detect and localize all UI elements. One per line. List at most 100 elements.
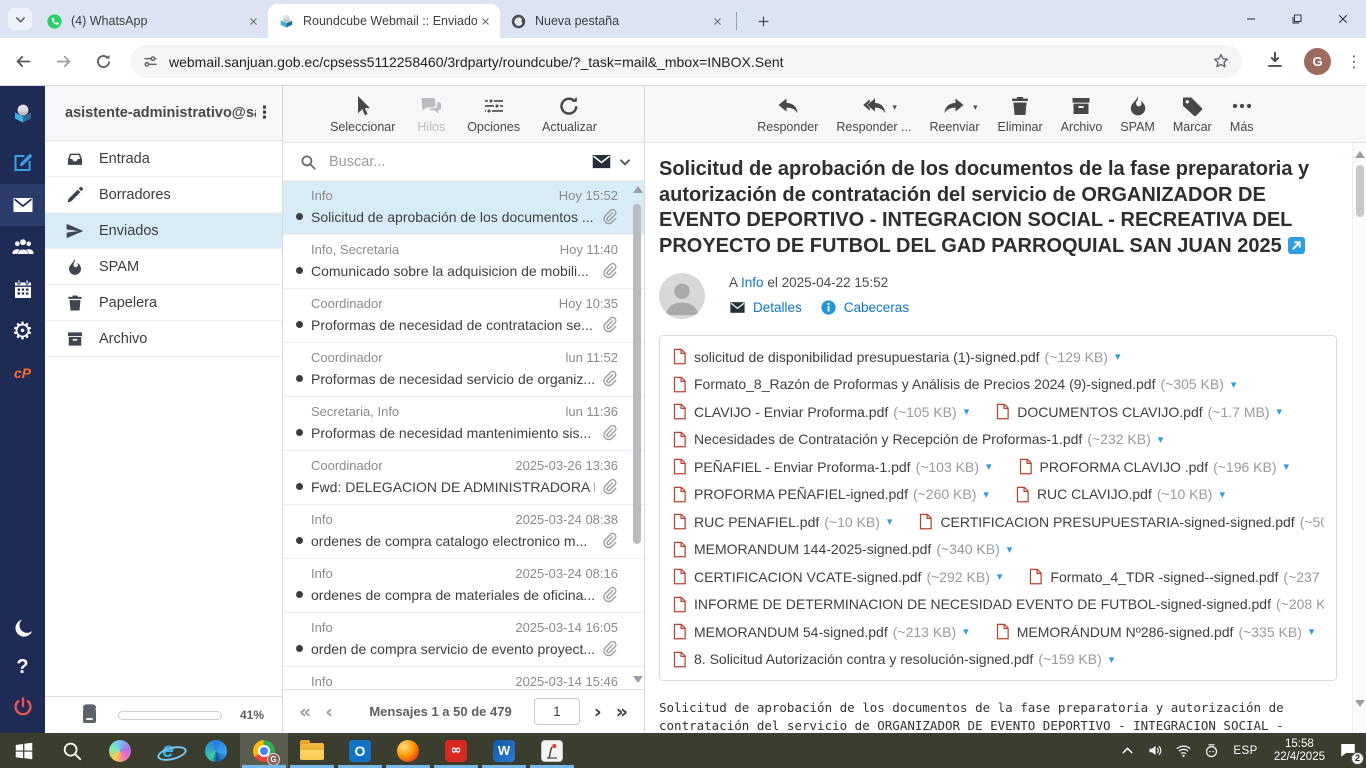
message-list-item[interactable]: CoordinadorHoy 10:35Proformas de necesid… (283, 289, 644, 343)
folder-item-spam[interactable]: SPAM (45, 249, 282, 285)
taskbar-firefox-button[interactable] (384, 733, 432, 768)
recipient-link[interactable]: Info (741, 275, 764, 290)
attachment-link[interactable]: Formato_4_TDR -signed--signed.pdf(~237 K… (1028, 568, 1324, 585)
attachment-menu-caret[interactable]: ▾ (1158, 433, 1164, 446)
toolbar-seleccionar-button[interactable]: Seleccionar (330, 94, 395, 134)
browser-tab-1[interactable]: (4) WhatsApp (36, 4, 268, 38)
attachment-link[interactable]: CERTIFICACION PRESUPUESTARIA-signed-sign… (918, 513, 1324, 530)
message-list-item[interactable]: Coordinador2025-03-26 13:36Fwd: DELEGACI… (283, 451, 644, 505)
back-button[interactable] (6, 45, 40, 79)
dropdown-caret-icon[interactable]: ▾ (892, 103, 897, 113)
search-scope-button[interactable] (591, 151, 632, 172)
search-input[interactable] (327, 153, 591, 171)
attachment-menu-caret[interactable]: ▾ (887, 515, 893, 528)
attachment-link[interactable]: PEÑAFIEL - Enviar Proforma-1.pdf(~103 KB… (672, 458, 992, 475)
attachment-link[interactable]: Necesidades de Contratación y Recepción … (672, 431, 1163, 448)
attachment-menu-caret[interactable]: ▾ (997, 570, 1003, 583)
taskbar-search-button[interactable] (48, 733, 96, 768)
dark-mode-button[interactable] (0, 607, 45, 647)
dropdown-caret-icon[interactable]: ▾ (973, 103, 978, 113)
page-number-input[interactable] (534, 698, 580, 725)
taskbar-outlook-button[interactable]: O (336, 733, 384, 768)
message-list-item[interactable]: Info, SecretariaHoy 11:40Comunicado sobr… (283, 235, 644, 289)
details-toggle[interactable]: Detalles (729, 299, 802, 316)
folder-item-archivo[interactable]: Archivo (45, 321, 282, 357)
toolbar-archivo-button[interactable]: Archivo (1061, 94, 1103, 134)
message-list-item[interactable]: Info2025-03-24 08:16ordenes de compra de… (283, 559, 644, 613)
logout-button[interactable] (0, 687, 45, 727)
bookmark-star-icon[interactable] (1212, 52, 1232, 72)
message-list-item[interactable]: Info2025-03-24 08:38ordenes de compra ca… (283, 505, 644, 559)
attachment-link[interactable]: 8. Solicitud Autorización contra y resol… (672, 651, 1114, 668)
message-list-item[interactable]: Coordinadorlun 11:52Proformas de necesid… (283, 343, 644, 397)
downloads-icon[interactable] (1264, 49, 1290, 75)
tray-expand-icon[interactable] (1118, 741, 1137, 760)
attachment-link[interactable]: CLAVIJO - Enviar Proforma.pdf(~105 KB)▾ (672, 403, 969, 420)
reader-scrollbar[interactable] (1352, 143, 1366, 733)
taskbar-explorer-button[interactable] (288, 733, 336, 768)
help-button[interactable]: ? (0, 647, 45, 687)
language-indicator[interactable]: ESP (1230, 745, 1261, 757)
attachment-menu-caret[interactable]: ▾ (1231, 378, 1237, 391)
taskbar-word-button[interactable]: W (480, 733, 528, 768)
attachment-menu-caret[interactable]: ▾ (964, 405, 970, 418)
browser-tab-2[interactable]: Roundcube Webmail :: Enviados (268, 4, 500, 38)
profile-avatar[interactable]: G (1304, 48, 1331, 75)
attachment-menu-caret[interactable]: ▾ (1007, 543, 1013, 556)
toolbar-reenviar-button[interactable]: ▾Reenviar (929, 94, 979, 134)
toolbar-eliminar-button[interactable]: Eliminar (997, 94, 1042, 134)
attachment-menu-caret[interactable]: ▾ (1284, 460, 1290, 473)
message-list-item[interactable]: Info2025-03-14 15:46 (283, 667, 644, 689)
account-menu-icon[interactable]: ⋮ (256, 103, 272, 123)
attachment-menu-caret[interactable]: ▾ (1219, 488, 1225, 501)
notification-center-icon[interactable]: 2 (1338, 741, 1360, 761)
attachment-link[interactable]: RUC PENAFIEL.pdf(~10 KB)▾ (672, 513, 892, 530)
attachment-menu-caret[interactable]: ▾ (1115, 350, 1121, 363)
cpanel-button[interactable]: cP (0, 352, 45, 394)
tab-close-icon[interactable] (709, 13, 726, 30)
attachment-link[interactable]: DOCUMENTOS CLAVIJO.pdf(~1.7 MB)▾ (995, 403, 1282, 420)
browser-tab-3[interactable]: Nueva pestaña (500, 4, 732, 38)
taskbar-edge-button[interactable] (192, 733, 240, 768)
attachment-menu-caret[interactable]: ▾ (963, 625, 969, 638)
forward-button[interactable] (46, 45, 80, 79)
attachment-menu-caret[interactable]: ▾ (1309, 625, 1315, 638)
url-text[interactable]: webmail.sanjuan.gob.ec/cpsess5112258460/… (169, 54, 1212, 70)
mail-button[interactable] (0, 184, 45, 226)
toolbar-responder-button[interactable]: ▾Responder ... (836, 94, 911, 134)
headers-toggle[interactable]: Cabeceras (820, 299, 909, 316)
toolbar-spam-button[interactable]: SPAM (1120, 94, 1155, 134)
attachment-menu-caret[interactable]: ▾ (1109, 653, 1115, 666)
attachment-link[interactable]: MEMORÁNDUM Nº286-signed.pdf(~335 KB)▾ (995, 623, 1315, 640)
toolbar-marcar-button[interactable]: Marcar (1173, 94, 1212, 134)
new-tab-button[interactable] (752, 10, 774, 32)
folder-item-borradores[interactable]: Borradores (45, 177, 282, 213)
volume-icon[interactable] (1146, 741, 1165, 760)
toolbar-actualizar-button[interactable]: Actualizar (542, 94, 597, 134)
attachment-link[interactable]: MEMORANDUM 54-signed.pdf(~213 KB)▾ (672, 623, 969, 640)
taskbar-copilot-button[interactable] (96, 733, 144, 768)
attachment-link[interactable]: CERTIFICACION VCATE-signed.pdf(~292 KB)▾ (672, 568, 1002, 585)
taskbar-chrome-button[interactable]: G (240, 733, 288, 768)
taskbar-java-button[interactable] (528, 733, 576, 768)
attachment-link[interactable]: Formato_8_Razón de Proformas y Análisis … (672, 376, 1236, 393)
clock[interactable]: 15:58 22/4/2025 (1270, 738, 1329, 764)
message-list-item[interactable]: Secretaria, Infolun 11:36Proformas de ne… (283, 397, 644, 451)
folder-item-papelera[interactable]: Papelera (45, 285, 282, 321)
next-page-button[interactable]: › (594, 701, 602, 723)
taskbar-start-button[interactable] (0, 733, 48, 768)
folder-item-entrada[interactable]: Entrada (45, 141, 282, 177)
toolbar-más-button[interactable]: Más (1230, 94, 1254, 134)
last-page-button[interactable]: » (616, 701, 628, 723)
meet-now-icon[interactable] (1202, 741, 1221, 760)
reload-button[interactable] (86, 45, 120, 79)
calendar-button[interactable] (0, 268, 45, 310)
browser-menu-icon[interactable]: ⋮ (1345, 52, 1363, 71)
tab-search-button[interactable] (8, 8, 32, 30)
site-controls-icon[interactable] (142, 53, 159, 70)
contacts-button[interactable] (0, 226, 45, 268)
scroll-down-arrow[interactable] (1355, 700, 1365, 707)
address-bar[interactable]: webmail.sanjuan.gob.ec/cpsess5112258460/… (130, 45, 1242, 78)
close-window-button[interactable] (1320, 0, 1366, 38)
attachment-link[interactable]: PROFORMA CLAVIJO .pdf(~196 KB)▾ (1018, 458, 1290, 475)
